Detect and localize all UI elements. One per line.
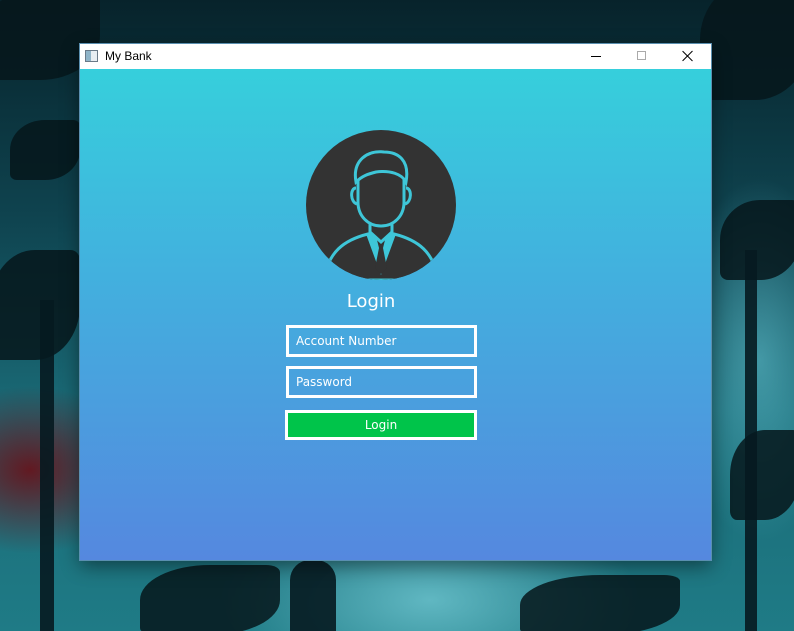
app-window-icon: [85, 50, 98, 62]
title-bar[interactable]: My Bank: [80, 44, 711, 69]
app-window: My Bank Login Account Number Login: [80, 44, 711, 560]
tree-trunk: [40, 300, 54, 631]
login-heading: Login: [346, 291, 396, 312]
tree-trunk: [745, 250, 757, 631]
foliage-decoration: [700, 0, 794, 100]
close-button[interactable]: [665, 44, 711, 69]
foliage-decoration: [140, 565, 280, 631]
figure-silhouette: [290, 560, 336, 631]
minimize-icon: [591, 56, 601, 57]
foliage-decoration: [520, 575, 680, 631]
foliage-decoration: [720, 200, 794, 280]
minimize-button[interactable]: [573, 44, 619, 69]
login-button[interactable]: Login: [285, 410, 477, 440]
window-title: My Bank: [105, 49, 152, 63]
close-icon: [682, 50, 694, 62]
user-avatar-icon: [306, 130, 456, 280]
maximize-icon: [637, 51, 646, 60]
foliage-decoration: [10, 120, 80, 180]
desktop-background: My Bank Login Account Number Login: [0, 0, 794, 631]
login-panel: Login Login: [80, 69, 711, 560]
account-number-input[interactable]: [286, 325, 477, 357]
maximize-button[interactable]: [619, 44, 665, 69]
foliage-decoration: [730, 430, 794, 520]
password-input[interactable]: [286, 366, 477, 398]
